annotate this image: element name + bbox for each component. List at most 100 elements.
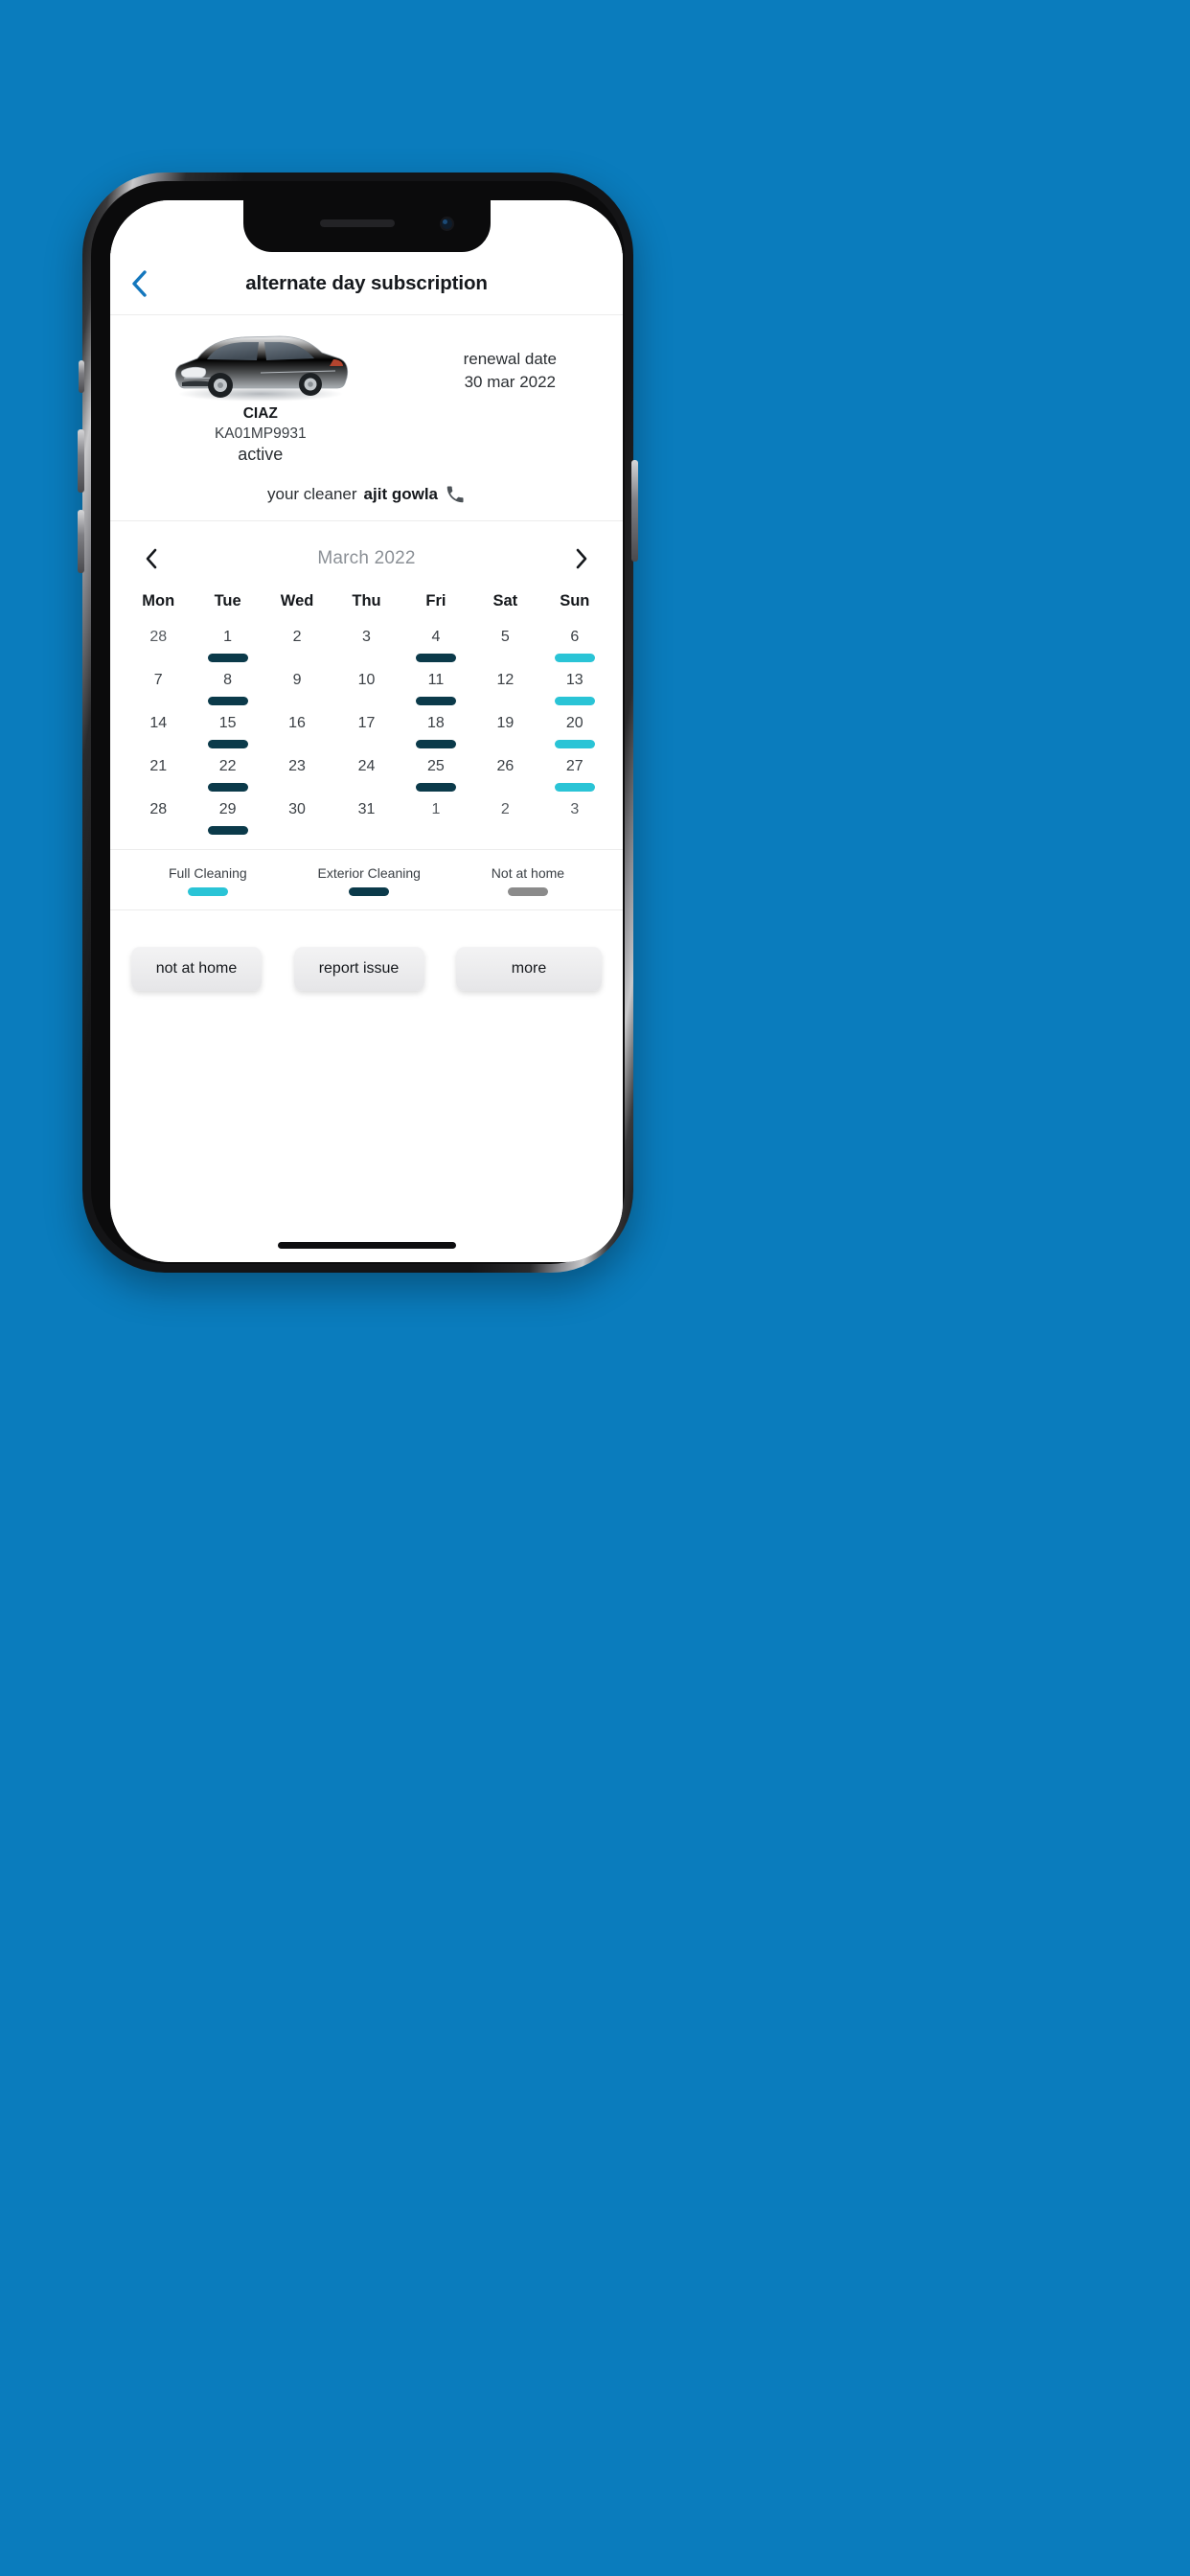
renewal-info: renewal date 30 mar 2022 [398, 323, 623, 394]
calendar-day-number: 19 [496, 715, 515, 731]
calendar-day-cell[interactable]: 30 [263, 791, 332, 834]
more-button[interactable]: more [456, 947, 602, 991]
calendar-day-cell[interactable]: 10 [332, 661, 400, 704]
calendar-day-cell[interactable]: 2 [470, 791, 539, 834]
front-camera-icon [439, 217, 454, 231]
page-title: alternate day subscription [245, 271, 488, 294]
calendar-day-number: 11 [427, 672, 445, 688]
calendar-day-cell[interactable]: 31 [332, 791, 400, 834]
calendar-day-number: 31 [357, 801, 376, 817]
legend-color-swatch [349, 887, 390, 896]
calendar-day-cell[interactable]: 26 [470, 748, 539, 791]
calendar-weekday-wed: Wed [280, 592, 314, 610]
calendar-day-cell[interactable]: 29 [193, 791, 262, 835]
calendar-day-number: 9 [292, 672, 302, 688]
calendar-day-marker-exterior [207, 826, 248, 835]
power-button[interactable] [631, 460, 638, 562]
chevron-left-icon [146, 548, 157, 569]
calendar-day-number: 20 [565, 715, 584, 731]
legend-item-exterior: Exterior Cleaning [318, 865, 421, 896]
vehicle-plate-number: KA01MP9931 [214, 426, 307, 442]
calendar-weekday-fri: Fri [425, 592, 446, 610]
call-cleaner-button[interactable] [445, 484, 466, 505]
calendar-day-cell[interactable]: 5 [470, 618, 539, 661]
calendar-day-number: 6 [570, 629, 580, 645]
calendar-day-cell[interactable]: 3 [332, 618, 400, 661]
calendar-day-number: 2 [500, 801, 510, 817]
calendar-day-number: 3 [362, 629, 371, 645]
calendar-day-cell[interactable]: 4 [401, 618, 470, 662]
calendar-day-cell[interactable]: 24 [332, 748, 400, 791]
back-button[interactable] [118, 263, 160, 305]
calendar-day-number: 28 [149, 801, 168, 817]
next-month-button[interactable] [565, 542, 598, 575]
calendar-day-cell[interactable]: 25 [401, 748, 470, 792]
calendar-day-number: 17 [357, 715, 376, 731]
volume-up-button[interactable] [78, 429, 84, 493]
report-issue-button[interactable]: report issue [293, 947, 424, 991]
calendar-day-cell[interactable]: 20 [540, 704, 609, 748]
calendar-day-number: 30 [288, 801, 306, 817]
calendar-day-number: 21 [149, 758, 168, 774]
app-header: alternate day subscription [110, 252, 623, 315]
calendar-days-grid: 28 1 2 3 4 5 6 7 8 9 10 11 12 13 14 15 16 17 18 19 20 21 22 23 2… [110, 618, 623, 835]
chevron-left-icon [132, 269, 147, 297]
calendar-day-number: 29 [218, 801, 237, 817]
calendar-day-cell[interactable]: 17 [332, 704, 400, 748]
legend-item-full: Full Cleaning [169, 865, 247, 896]
calendar-day-number: 26 [496, 758, 515, 774]
calendar-day-number: 1 [431, 801, 441, 817]
calendar-weekday-row: Mon Tue Wed Thu Fri Sat Sun [110, 586, 623, 618]
calendar-day-number: 16 [288, 715, 306, 731]
calendar-day-cell[interactable]: 14 [124, 704, 193, 748]
calendar-day-cell[interactable]: 1 [401, 791, 470, 834]
calendar-day-cell[interactable]: 6 [540, 618, 609, 662]
silent-switch[interactable] [79, 360, 84, 393]
calendar-day-number: 13 [565, 672, 584, 688]
cleaner-label: your cleaner [266, 485, 357, 503]
cleaning-calendar: March 2022 Mon Tue Wed Thu Fri Sat Sun 28 1 2 3 4 5… [110, 521, 623, 835]
calendar-day-number: 8 [223, 672, 233, 688]
calendar-day-cell[interactable]: 13 [540, 661, 609, 705]
sedan-car-illustration [174, 335, 348, 402]
calendar-day-cell[interactable]: 19 [470, 704, 539, 748]
calendar-day-cell[interactable]: 28 [124, 618, 193, 661]
calendar-day-cell[interactable]: 18 [401, 704, 470, 748]
calendar-day-cell[interactable]: 22 [193, 748, 262, 792]
calendar-day-number: 1 [223, 629, 233, 645]
vehicle-summary-card: CIAZ KA01MP9931 active renewal date 30 m… [110, 315, 623, 521]
calendar-day-cell[interactable]: 7 [124, 661, 193, 704]
calendar-weekday-sat: Sat [492, 592, 518, 610]
not-at-home-button[interactable]: not at home [131, 947, 262, 991]
calendar-day-cell[interactable]: 2 [263, 618, 332, 661]
previous-month-button[interactable] [135, 542, 168, 575]
calendar-weekday-mon: Mon [142, 592, 175, 610]
calendar-day-number: 7 [153, 672, 163, 688]
vehicle-identity-column: CIAZ KA01MP9931 active [110, 323, 398, 465]
calendar-day-cell[interactable]: 21 [124, 748, 193, 791]
calendar-day-cell[interactable]: 12 [470, 661, 539, 704]
volume-down-button[interactable] [78, 510, 84, 573]
calendar-day-cell[interactable]: 8 [193, 661, 262, 705]
calendar-day-cell[interactable]: 3 [540, 791, 609, 834]
calendar-day-cell[interactable]: 16 [263, 704, 332, 748]
calendar-day-number: 23 [288, 758, 306, 774]
calendar-day-number: 3 [570, 801, 580, 817]
legend-label: Full Cleaning [168, 865, 247, 881]
calendar-day-cell[interactable]: 27 [540, 748, 609, 792]
chevron-right-icon [576, 548, 587, 569]
calendar-day-number: 4 [431, 629, 441, 645]
renewal-date-label: renewal date [463, 350, 557, 368]
calendar-day-cell[interactable]: 28 [124, 791, 193, 834]
calendar-day-number: 2 [292, 629, 302, 645]
calendar-day-cell[interactable]: 9 [263, 661, 332, 704]
earpiece-speaker [319, 219, 395, 227]
calendar-day-cell[interactable]: 1 [193, 618, 262, 662]
phone-icon [446, 486, 464, 503]
calendar-day-cell[interactable]: 11 [401, 661, 470, 705]
cleaner-row: your cleaner ajit gowla [110, 465, 623, 520]
home-indicator[interactable] [277, 1242, 456, 1249]
calendar-day-cell[interactable]: 15 [193, 704, 262, 748]
calendar-day-cell[interactable]: 23 [263, 748, 332, 791]
renewal-date-value: 30 mar 2022 [464, 372, 557, 391]
